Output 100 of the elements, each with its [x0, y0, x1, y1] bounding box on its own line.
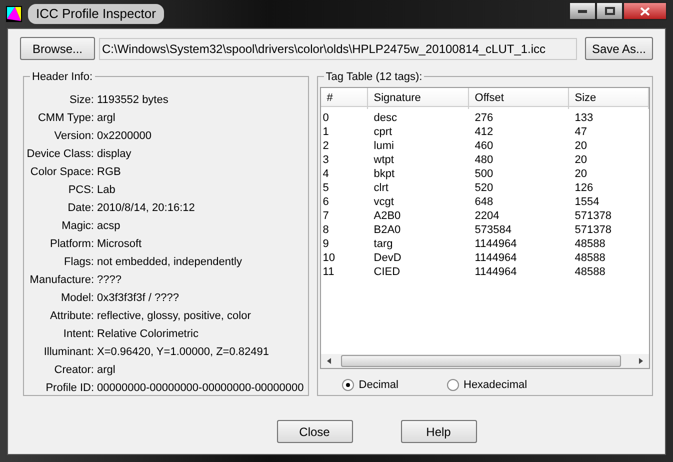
- field-label: Model:: [60, 291, 94, 305]
- table-cell-text: A2B0: [372, 209, 402, 223]
- table-cell-text: 6: [322, 195, 330, 209]
- table-cell-text: 573584: [474, 223, 512, 237]
- field-value: X=0.96420, Y=1.00000, Z=0.82491: [97, 345, 270, 359]
- table-cell-text: wtpt: [372, 153, 395, 167]
- table-cell-text: 276: [474, 111, 494, 125]
- field-value: not embedded, independently: [97, 255, 243, 269]
- app-icon: [6, 6, 22, 22]
- table-cell-text: 460: [474, 139, 494, 153]
- table-cell-text: bkpt: [372, 167, 396, 181]
- table-cell-text: B2A0: [372, 223, 402, 237]
- column-header[interactable]: #: [320, 88, 368, 108]
- field-label: Platform:: [48, 237, 94, 251]
- field-label: PCS:: [67, 183, 94, 197]
- table-cell-text: desc: [372, 111, 398, 125]
- maximize-button[interactable]: [596, 2, 623, 20]
- table-cell-text: CIED: [372, 265, 402, 279]
- field-value: ????: [97, 273, 122, 287]
- field-label: CMM Type:: [36, 111, 94, 125]
- table-cell-text: 9: [322, 237, 330, 251]
- field-value: Microsoft: [97, 237, 143, 251]
- table-cell-text: lumi: [372, 139, 395, 153]
- field-label: Device Class:: [26, 147, 94, 161]
- field-value: acsp: [97, 219, 122, 233]
- minimize-button[interactable]: [569, 2, 596, 20]
- table-cell-text: 48588: [574, 265, 606, 279]
- dialog-button[interactable]: Close: [276, 420, 352, 443]
- field-value: reflective, glossy, positive, color: [97, 309, 252, 323]
- table-cell-text: 571378: [574, 223, 612, 237]
- field-label: Creator:: [53, 363, 94, 377]
- close-icon: [640, 6, 650, 16]
- maximize-icon: [604, 7, 614, 15]
- field-value: 2010/8/14, 20:16:12: [97, 201, 196, 215]
- table-cell-text: 20: [574, 139, 588, 153]
- field-value: RGB: [97, 165, 122, 179]
- table-cell-text: 3: [322, 153, 330, 167]
- table-cell-text: 133: [574, 111, 594, 125]
- table-cell-text: 20: [574, 153, 588, 167]
- table-cell-text: 1144964: [474, 265, 518, 279]
- radio-label[interactable]: Decimal: [358, 377, 398, 394]
- table-cell-text: 4: [322, 167, 330, 181]
- table-cell-text: DevD: [372, 251, 402, 265]
- table-cell-text: 7: [322, 209, 330, 223]
- radio-button[interactable]: [446, 379, 458, 392]
- table-cell-text: 1: [322, 125, 330, 139]
- field-label: Color Space:: [29, 165, 94, 179]
- field-value: 1193552 bytes: [97, 93, 170, 107]
- column-header[interactable]: Offset: [468, 88, 569, 108]
- field-label: Magic:: [60, 219, 94, 233]
- field-label: Version:: [53, 129, 94, 143]
- window-title: ICC Profile Inspector: [28, 4, 164, 24]
- table-cell-text: 500: [474, 167, 494, 181]
- field-value: argl: [97, 111, 116, 125]
- table-cell-text: 8: [322, 223, 330, 237]
- table-cell-text: 2204: [474, 209, 500, 223]
- table-cell-text: 48588: [574, 237, 606, 251]
- minimize-icon: [578, 10, 587, 12]
- table-cell-text: 126: [574, 181, 594, 195]
- close-window-button[interactable]: [623, 2, 667, 20]
- radio-button[interactable]: [342, 379, 354, 392]
- field-value: argl: [97, 363, 116, 377]
- table-cell-text: 47: [574, 125, 588, 139]
- save-as-button[interactable]: Save As...: [585, 37, 653, 60]
- table-cell-text: 648: [474, 195, 494, 209]
- field-label: Profile ID:: [44, 381, 94, 395]
- field-label: Attribute:: [48, 309, 94, 323]
- table-cell-text: 412: [474, 125, 494, 139]
- field-label: Illuminant:: [42, 345, 94, 359]
- table-cell-text: 0: [322, 111, 330, 125]
- dialog-button[interactable]: Help: [400, 420, 476, 443]
- table-cell-text: clrt: [372, 181, 390, 195]
- field-value: Lab: [97, 183, 116, 197]
- table-cell-text: 10: [322, 251, 336, 265]
- scroll-left-icon[interactable]: [324, 357, 333, 365]
- table-cell-text: 1144964: [474, 237, 518, 251]
- table-cell-text: 520: [474, 181, 494, 195]
- group-label: Tag Table (12 tags):: [324, 69, 424, 86]
- field-label: Intent:: [62, 327, 94, 341]
- table-cell-text: 48588: [574, 251, 606, 265]
- column-header[interactable]: Signature: [368, 88, 469, 108]
- field-label: Flags:: [63, 255, 94, 269]
- column-header[interactable]: Size: [568, 88, 649, 108]
- table-cell-text: 2: [322, 139, 330, 153]
- table-cell-text: targ: [372, 237, 394, 251]
- field-value: 00000000-00000000-00000000-00000000: [97, 381, 304, 395]
- table-cell-text: 11: [322, 265, 336, 279]
- table-cell-text: 571378: [574, 209, 612, 223]
- table-cell-text: 1554: [574, 195, 600, 209]
- field-value: 0x3f3f3f3f / ????: [97, 291, 180, 305]
- file-path-field[interactable]: C:\Windows\System32\spool\drivers\color\olds\HPLP2475w_20100814_cLUT_1.icc: [99, 38, 577, 60]
- table-cell-text: cprt: [372, 125, 394, 139]
- field-value: 0x2200000: [97, 129, 152, 143]
- browse-button[interactable]: Browse...: [20, 37, 95, 60]
- scroll-right-icon[interactable]: [637, 357, 645, 365]
- horizontal-scrollbar[interactable]: [320, 354, 649, 368]
- field-label: Date:: [66, 201, 94, 215]
- radio-label[interactable]: Hexadecimal: [464, 377, 528, 394]
- field-label: Manufacture:: [28, 273, 94, 287]
- table-cell-text: 20: [574, 167, 588, 181]
